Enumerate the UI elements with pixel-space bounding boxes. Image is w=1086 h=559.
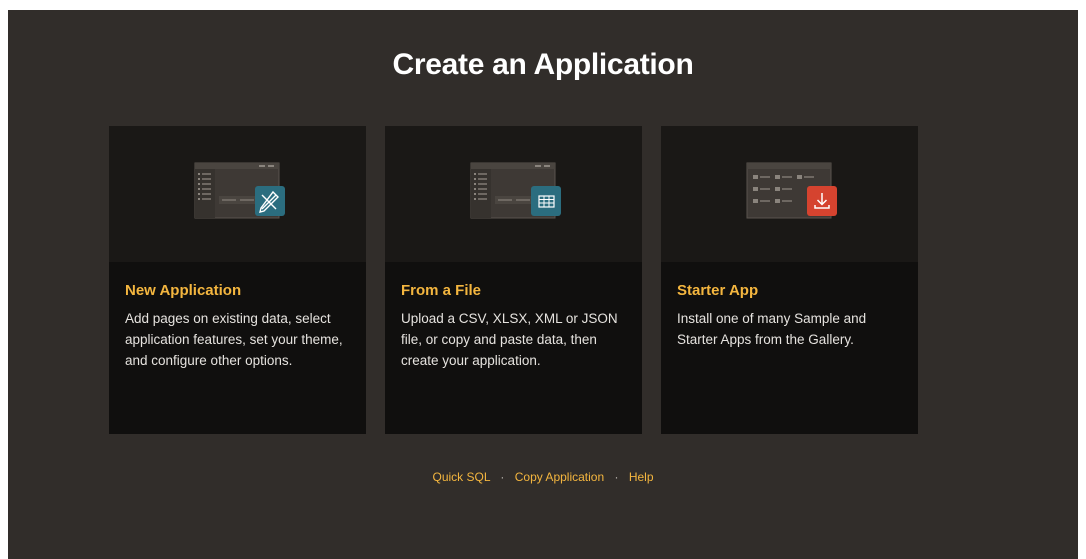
card-illustration-area <box>109 126 366 262</box>
quick-sql-link[interactable]: Quick SQL <box>432 470 490 484</box>
app-window-illustration <box>194 162 285 219</box>
app-window-illustration <box>470 162 561 219</box>
create-application-panel: Create an Application New Application Ad… <box>8 10 1078 559</box>
card-title: From a File <box>401 282 482 299</box>
page-title: Create an Application <box>392 48 694 81</box>
card-description: Upload a CSV, XLSX, XML or JSON file, or… <box>401 311 618 368</box>
pencil-ruler-icon <box>255 186 285 216</box>
starter-app-card[interactable]: Starter App Install one of many Sample a… <box>661 126 918 434</box>
card-description: Install one of many Sample and Starter A… <box>677 311 867 347</box>
table-grid-icon <box>531 186 561 216</box>
card-illustration-area <box>661 126 918 262</box>
card-illustration-area <box>385 126 642 262</box>
download-icon <box>807 186 837 216</box>
help-link[interactable]: Help <box>629 470 654 484</box>
card-description: Add pages on existing data, select appli… <box>125 311 343 368</box>
card-title: New Application <box>125 282 242 299</box>
card-title: Starter App <box>677 282 759 299</box>
footer-links: Quick SQL · Copy Application · Help <box>8 470 1078 484</box>
copy-application-link[interactable]: Copy Application <box>515 470 604 484</box>
link-separator: · <box>614 470 619 484</box>
gallery-window-illustration <box>746 162 837 219</box>
link-separator: · <box>500 470 505 484</box>
new-application-card[interactable]: New Application Add pages on existing da… <box>109 126 366 434</box>
from-a-file-card[interactable]: From a File Upload a CSV, XLSX, XML or J… <box>385 126 642 434</box>
